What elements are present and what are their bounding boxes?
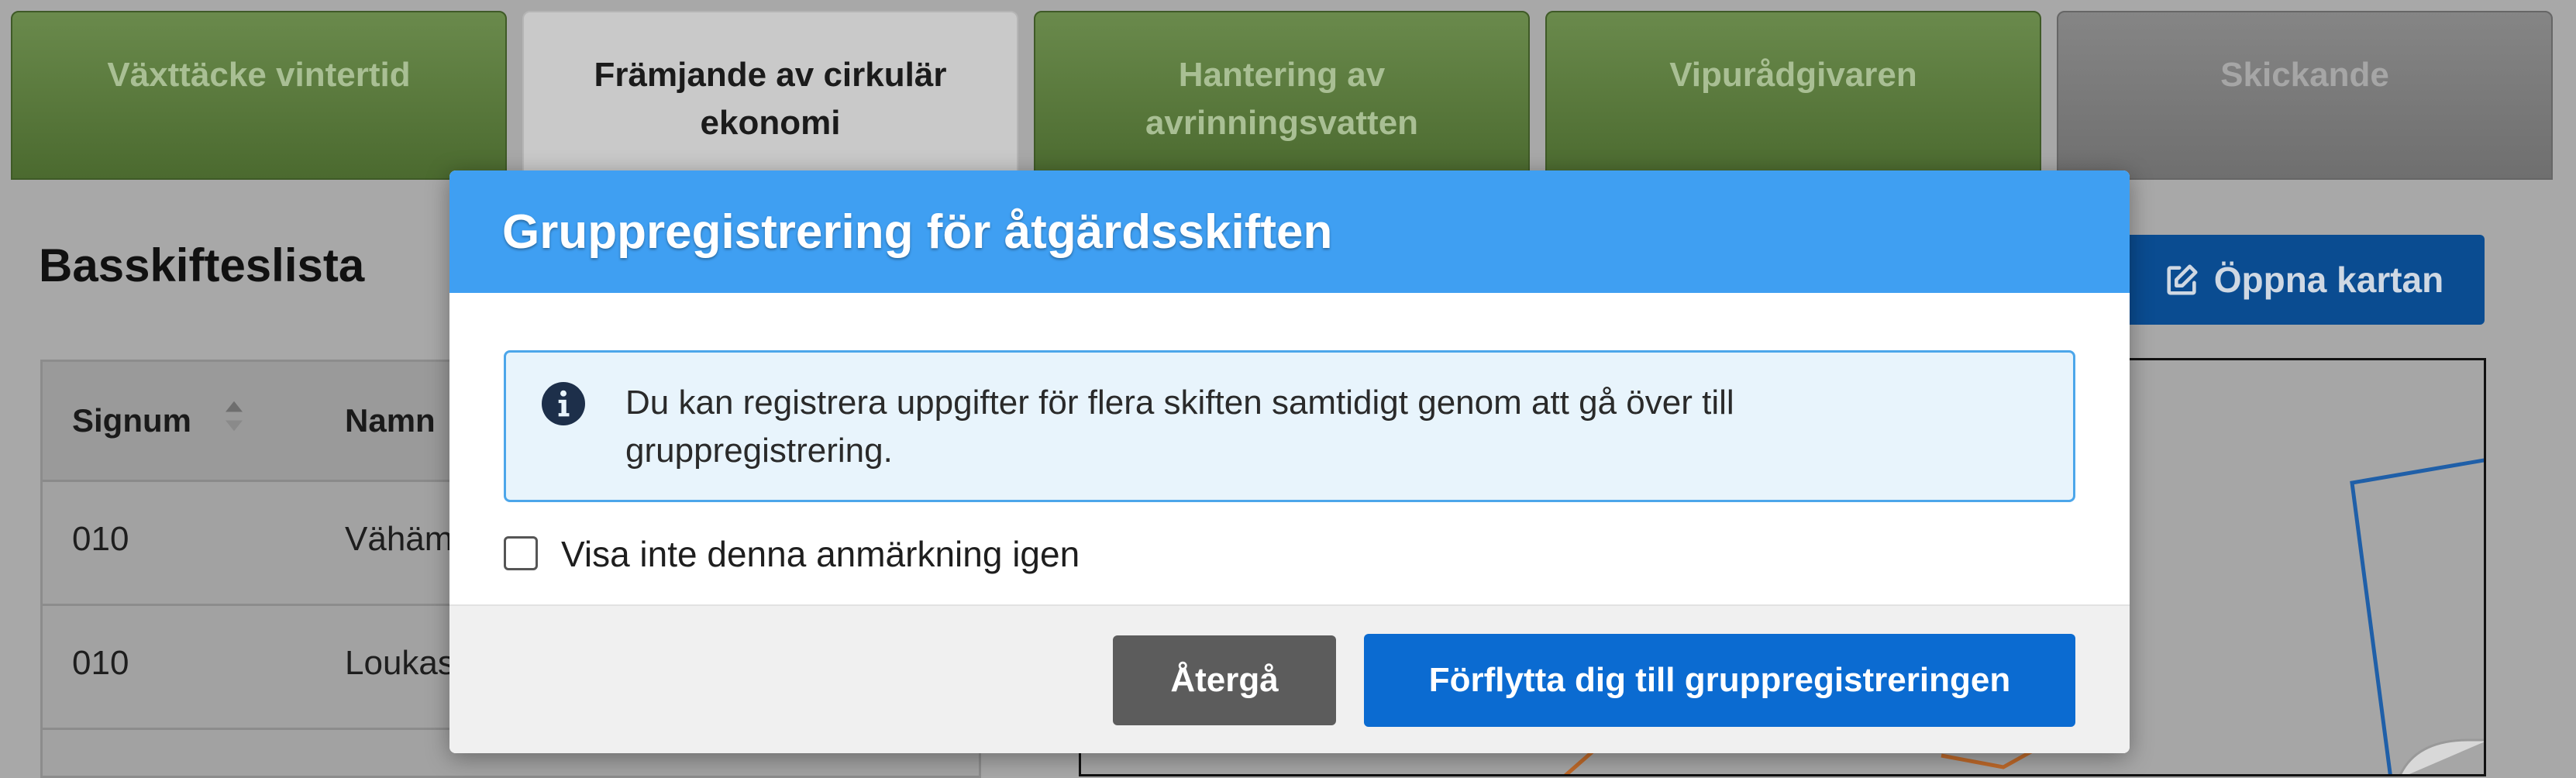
info-alert: Du kan registrera uppgifter för flera sk… (504, 350, 2075, 502)
open-map-button[interactable]: Öppna kartan (2123, 235, 2485, 325)
tab-label-line2: ekonomi (700, 104, 841, 142)
open-map-label: Öppna kartan (2213, 260, 2444, 300)
info-text: Du kan registrera uppgifter för flera sk… (625, 384, 1734, 470)
cell-signum: 010 (72, 644, 129, 682)
go-to-group-registration-button[interactable]: Förflytta dig till gruppregistreringen (1364, 634, 2075, 727)
sort-icon[interactable] (222, 399, 246, 433)
tab-vaxttacke-vintertid[interactable]: Växttäcke vintertid (11, 11, 507, 180)
tab-label: Främjande av cirkulär (594, 56, 947, 94)
edit-icon (2167, 264, 2198, 295)
back-button[interactable]: Återgå (1113, 635, 1336, 725)
tab-label: Vipurådgivaren (1669, 56, 1917, 94)
dont-show-again-checkbox[interactable] (504, 536, 538, 570)
tab-hantering-avrinningsvatten[interactable]: Hantering av avrinningsvatten (1034, 11, 1530, 180)
tab-label: Växttäcke vintertid (107, 56, 411, 94)
dialog-header: Gruppregistrering för åtgärdsskiften (449, 170, 2130, 293)
tab-bar: Växttäcke vintertid Främjande av cirkulä… (0, 0, 2576, 180)
cell-name: Vähäm (345, 520, 453, 558)
tab-label-line2: avrinningsvatten (1145, 104, 1419, 142)
cell-signum: 010 (72, 520, 129, 558)
column-header-namn[interactable]: Namn (345, 402, 436, 439)
page-title: Basskifteslista (39, 239, 365, 291)
cell-name: Loukas (345, 644, 455, 682)
column-header-signum[interactable]: Signum (72, 402, 191, 439)
dont-show-again-label[interactable]: Visa inte denna anmärkning igen (561, 533, 1080, 575)
tab-vipuradgivaren[interactable]: Vipurådgivaren (1545, 11, 2041, 180)
tab-framjande-cirkular-ekonomi[interactable]: Främjande av cirkulär ekonomi (522, 11, 1018, 180)
dialog-title: Gruppregistrering för åtgärdsskiften (502, 205, 1333, 259)
group-registration-dialog: Gruppregistrering för åtgärdsskiften Du … (449, 170, 2130, 753)
tab-label: Skickande (2220, 56, 2389, 94)
tab-skickande[interactable]: Skickande (2057, 11, 2553, 180)
info-circle-icon (542, 382, 585, 425)
tab-label: Hantering av (1178, 56, 1386, 94)
